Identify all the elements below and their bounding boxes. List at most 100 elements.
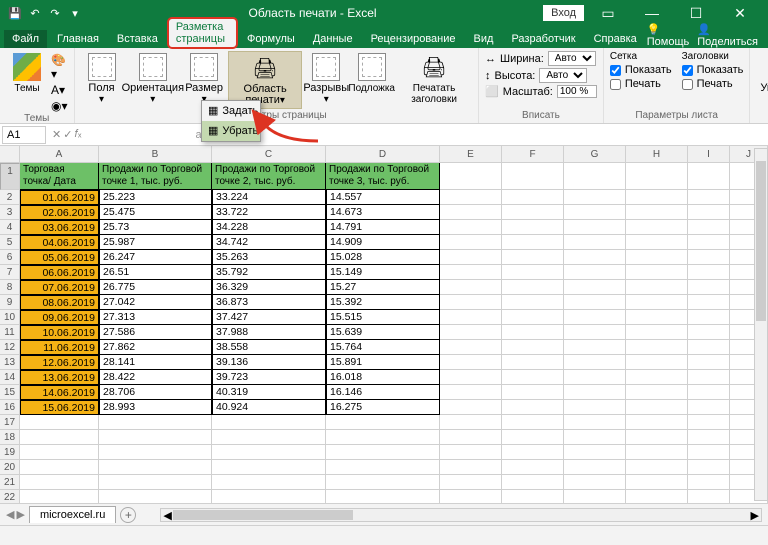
data-cell[interactable]: 39.136 — [212, 355, 326, 370]
row-header[interactable]: 19 — [0, 445, 20, 460]
cell[interactable] — [626, 415, 688, 430]
cell[interactable] — [626, 220, 688, 235]
data-cell[interactable]: 14.673 — [326, 205, 440, 220]
date-cell[interactable]: 01.06.2019 — [20, 190, 99, 205]
cell[interactable] — [99, 430, 212, 445]
data-cell[interactable]: 28.141 — [99, 355, 212, 370]
data-cell[interactable]: 15.515 — [326, 310, 440, 325]
select-all-corner[interactable] — [0, 146, 20, 163]
cell[interactable] — [502, 400, 564, 415]
cell[interactable] — [440, 205, 502, 220]
cell[interactable] — [440, 310, 502, 325]
cell[interactable] — [20, 460, 99, 475]
col-header-F[interactable]: F — [502, 146, 564, 163]
table-header-cell[interactable]: Продажи по Торговой точке 3, тыс. руб. — [326, 163, 440, 190]
data-cell[interactable]: 36.329 — [212, 280, 326, 295]
cell[interactable] — [564, 205, 626, 220]
cell[interactable] — [502, 220, 564, 235]
cell[interactable] — [440, 385, 502, 400]
cell[interactable] — [626, 400, 688, 415]
data-cell[interactable]: 27.586 — [99, 325, 212, 340]
sheet-next-icon[interactable]: ▶ — [16, 508, 24, 521]
cell[interactable] — [502, 235, 564, 250]
data-cell[interactable]: 38.558 — [212, 340, 326, 355]
vertical-scrollbar[interactable] — [754, 148, 768, 501]
cell[interactable] — [502, 355, 564, 370]
data-cell[interactable]: 26.775 — [99, 280, 212, 295]
cell[interactable] — [564, 370, 626, 385]
cell[interactable] — [626, 310, 688, 325]
row-header[interactable]: 14 — [0, 370, 20, 385]
data-cell[interactable]: 40.924 — [212, 400, 326, 415]
arrange-button[interactable]: ⬚Упорядочение▾ — [756, 51, 768, 107]
cell[interactable] — [440, 163, 502, 190]
row-header[interactable]: 4 — [0, 220, 20, 235]
data-cell[interactable]: 14.791 — [326, 220, 440, 235]
cell[interactable] — [99, 475, 212, 490]
cell[interactable] — [564, 445, 626, 460]
cell[interactable] — [564, 475, 626, 490]
cell[interactable] — [688, 250, 730, 265]
cell[interactable] — [440, 220, 502, 235]
data-cell[interactable]: 28.993 — [99, 400, 212, 415]
cell[interactable] — [212, 460, 326, 475]
cell[interactable] — [326, 430, 440, 445]
data-cell[interactable]: 35.263 — [212, 250, 326, 265]
cell[interactable] — [564, 400, 626, 415]
data-cell[interactable]: 27.042 — [99, 295, 212, 310]
themes-button[interactable]: Темы — [6, 51, 48, 96]
cell[interactable] — [626, 265, 688, 280]
data-cell[interactable]: 14.909 — [326, 235, 440, 250]
col-header-E[interactable]: E — [440, 146, 502, 163]
tab-page-layout[interactable]: Разметка страницы — [168, 18, 237, 48]
row-header[interactable]: 21 — [0, 475, 20, 490]
tab-formulas[interactable]: Формулы — [239, 30, 303, 48]
data-cell[interactable]: 35.792 — [212, 265, 326, 280]
data-cell[interactable]: 25.987 — [99, 235, 212, 250]
data-cell[interactable]: 33.224 — [212, 190, 326, 205]
cell[interactable] — [564, 310, 626, 325]
cell[interactable] — [212, 445, 326, 460]
cell[interactable] — [564, 250, 626, 265]
cell[interactable] — [688, 310, 730, 325]
data-cell[interactable]: 34.228 — [212, 220, 326, 235]
cell[interactable] — [212, 475, 326, 490]
row-header[interactable]: 7 — [0, 265, 20, 280]
tab-developer[interactable]: Разработчик — [503, 30, 583, 48]
cell[interactable] — [502, 295, 564, 310]
cell[interactable] — [688, 445, 730, 460]
redo-icon[interactable]: ↷ — [48, 6, 62, 20]
row-header[interactable]: 15 — [0, 385, 20, 400]
row-header[interactable]: 6 — [0, 250, 20, 265]
cell[interactable] — [564, 340, 626, 355]
table-header-cell[interactable]: Продажи по Торговой точке 1, тыс. руб. — [99, 163, 212, 190]
cell[interactable] — [564, 355, 626, 370]
col-header-A[interactable]: A — [20, 146, 99, 163]
cell[interactable] — [502, 430, 564, 445]
table-header-cell[interactable]: Продажи по Торговой точке 2, тыс. руб. — [212, 163, 326, 190]
cell[interactable] — [440, 430, 502, 445]
sheet-prev-icon[interactable]: ◀ — [6, 508, 14, 521]
cell[interactable] — [440, 400, 502, 415]
cell[interactable] — [440, 265, 502, 280]
cell[interactable] — [688, 265, 730, 280]
cell[interactable] — [502, 370, 564, 385]
date-cell[interactable]: 10.06.2019 — [20, 325, 99, 340]
data-cell[interactable]: 27.862 — [99, 340, 212, 355]
date-cell[interactable]: 09.06.2019 — [20, 310, 99, 325]
cell[interactable] — [20, 475, 99, 490]
data-cell[interactable]: 16.275 — [326, 400, 440, 415]
date-cell[interactable]: 08.06.2019 — [20, 295, 99, 310]
cell[interactable] — [502, 325, 564, 340]
effects-icon[interactable]: ◉▾ — [51, 99, 68, 113]
breaks-button[interactable]: Разрывы▾ — [305, 51, 347, 107]
data-cell[interactable]: 15.028 — [326, 250, 440, 265]
cell[interactable] — [502, 163, 564, 190]
cell[interactable] — [502, 415, 564, 430]
cell[interactable] — [440, 415, 502, 430]
grid-show-checkbox[interactable] — [610, 65, 621, 76]
tellme[interactable]: 💡 Помощь — [647, 23, 690, 48]
cell[interactable] — [440, 190, 502, 205]
data-cell[interactable]: 25.223 — [99, 190, 212, 205]
background-button[interactable]: Подложка — [350, 51, 393, 96]
